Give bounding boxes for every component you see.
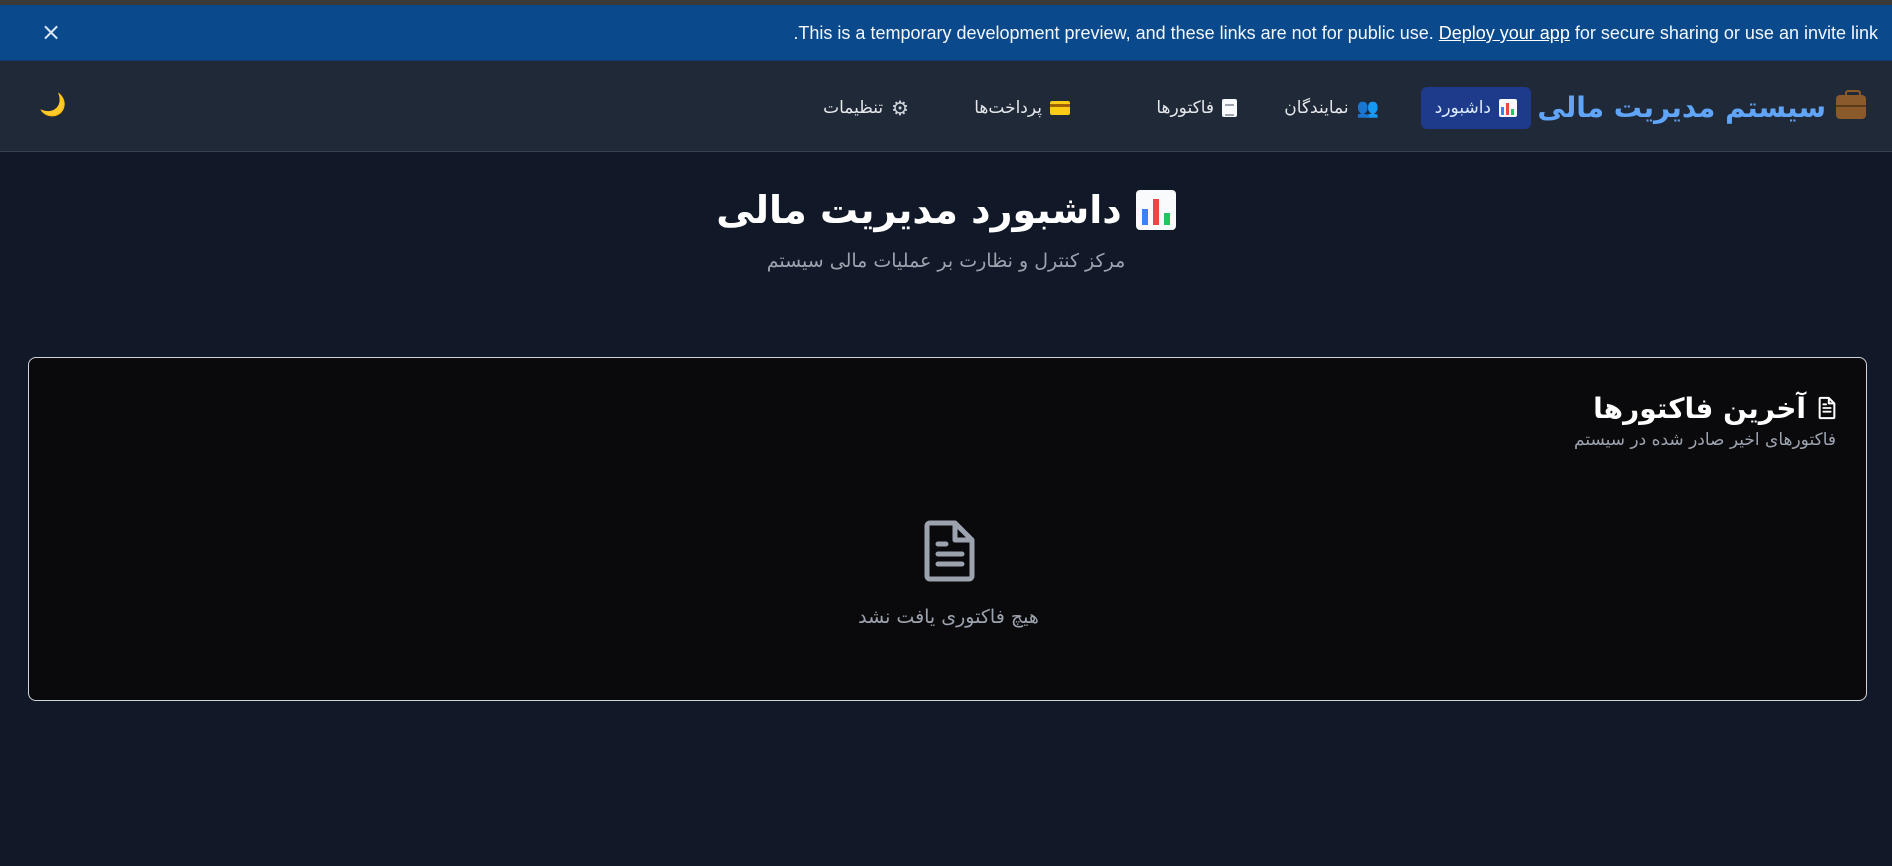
banner-text-after: for secure sharing or use an invite link — [1569, 23, 1878, 43]
gear-icon: ⚙ — [891, 96, 909, 120]
theme-toggle-moon-icon[interactable]: 🌙 — [38, 91, 68, 121]
page-title: داشبورد مدیریت مالی — [0, 188, 1892, 232]
empty-state-text: هیچ فاکتوری یافت نشد — [858, 606, 1039, 628]
card-title-text: آخرین فاکتورها — [1593, 391, 1806, 425]
brand-title: سیستم مدیریت مالی — [1537, 90, 1826, 124]
close-icon[interactable]: × — [38, 19, 64, 45]
card-title: آخرین فاکتورها — [1593, 386, 1838, 430]
card-description: فاکتورهای اخیر صادر شده در سیستم — [1574, 430, 1836, 450]
deploy-app-link[interactable]: Deploy your app — [1439, 23, 1570, 43]
recent-invoices-card: آخرین فاکتورها فاکتورهای اخیر صادر شده د… — [28, 357, 1867, 701]
nav-item-label: تنظیمات — [823, 98, 884, 118]
nav-item-label: نمایندگان — [1284, 98, 1349, 118]
nav-item-invoices[interactable]: فاکتورها — [1142, 87, 1251, 129]
banner-message: .This is a temporary development preview… — [793, 5, 1878, 61]
bar-chart-icon — [1499, 99, 1517, 117]
nav-item-label: داشبورد — [1434, 98, 1491, 118]
empty-document-icon — [924, 520, 975, 582]
banner-text-before: .This is a temporary development preview… — [793, 23, 1439, 43]
document-icon — [1818, 396, 1836, 420]
nav-item-settings[interactable]: ⚙ تنظیمات — [809, 87, 923, 129]
bar-chart-icon — [1135, 190, 1176, 230]
document-icon — [1222, 99, 1237, 117]
navbar: سیستم مدیریت مالی داشبورد 👥 نمایندگان فا… — [0, 61, 1892, 152]
nav-item-representatives[interactable]: 👥 نمایندگان — [1270, 87, 1393, 129]
credit-card-icon — [1050, 101, 1070, 115]
dev-preview-banner: × .This is a temporary development previ… — [0, 5, 1892, 61]
nav-item-label: پرداخت‌ها — [974, 98, 1042, 118]
nav-item-dashboard[interactable]: داشبورد — [1420, 87, 1531, 129]
page-subtitle: مرکز کنترل و نظارت بر عملیات مالی سیستم — [766, 250, 1126, 272]
brand[interactable]: سیستم مدیریت مالی — [1537, 87, 1866, 127]
page-title-text: داشبورد مدیریت مالی — [716, 188, 1122, 232]
nav-item-label: فاکتورها — [1156, 98, 1214, 118]
briefcase-icon — [1836, 90, 1866, 119]
nav-item-payments[interactable]: پرداخت‌ها — [960, 87, 1084, 129]
people-icon: 👥 — [1356, 97, 1379, 119]
